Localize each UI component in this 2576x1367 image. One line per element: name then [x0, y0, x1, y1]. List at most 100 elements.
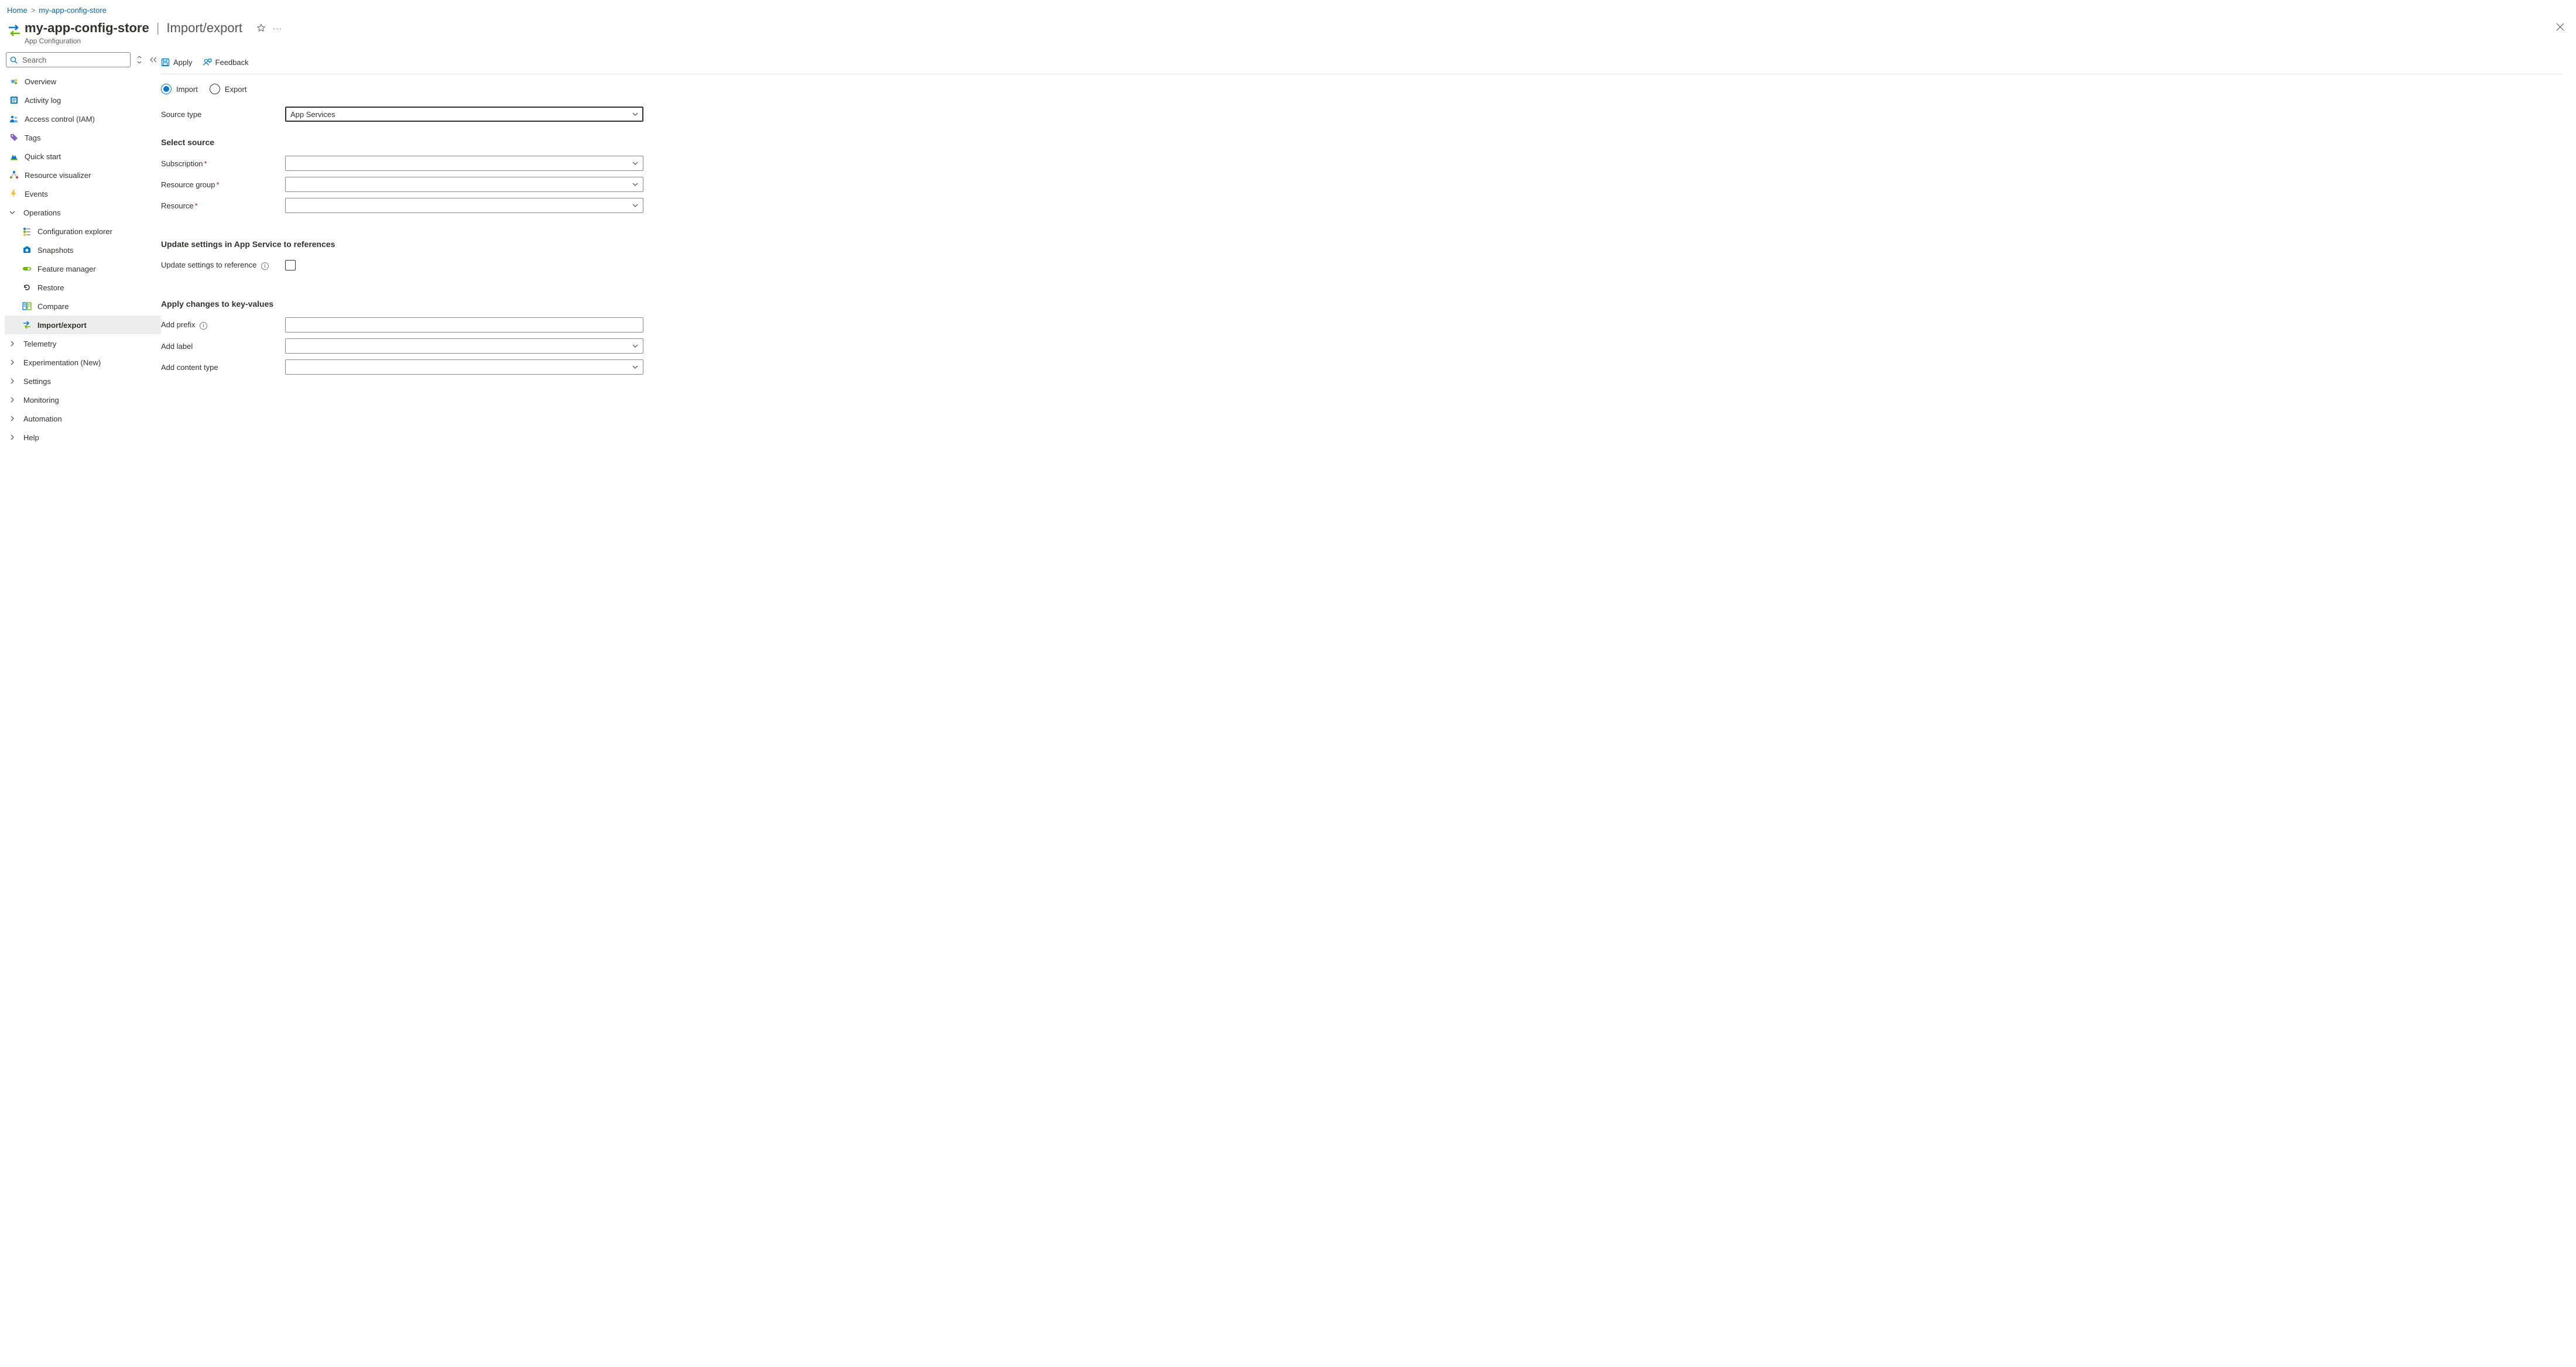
chevron-right-icon: [9, 341, 18, 347]
sidebar-item-snapshots[interactable]: Snapshots: [5, 241, 161, 259]
sidebar-item-restore[interactable]: Restore: [5, 278, 161, 297]
feedback-button[interactable]: Feedback: [203, 58, 249, 67]
search-icon: [10, 56, 18, 64]
add-content-type-label: Add content type: [161, 363, 278, 372]
collapse-sidebar-button[interactable]: [148, 55, 159, 64]
sidebar-item-label: Settings: [23, 377, 156, 386]
sidebar-group-telemetry[interactable]: Telemetry: [5, 334, 161, 353]
sidebar-group-automation[interactable]: Automation: [5, 409, 161, 428]
sidebar-item-activity-log[interactable]: Activity log: [5, 91, 161, 109]
sidebar-item-label: Compare: [37, 302, 156, 311]
toolbar: Apply Feedback: [161, 51, 2562, 74]
add-label-select[interactable]: [285, 338, 643, 354]
sidebar-item-label: Quick start: [25, 152, 156, 161]
toolbar-apply-label: Apply: [173, 58, 193, 67]
info-icon[interactable]: i: [261, 262, 269, 270]
sidebar-group-operations[interactable]: Operations: [5, 203, 161, 222]
subscription-select[interactable]: [285, 156, 643, 171]
sidebar: Overview Activity log Access control (IA…: [0, 51, 161, 447]
resource-group-label: Resource group*: [161, 180, 278, 189]
sidebar-item-compare[interactable]: Compare: [5, 297, 161, 316]
tags-icon: [9, 133, 19, 142]
search-input[interactable]: [21, 55, 126, 65]
sidebar-item-label: Feature manager: [37, 265, 156, 273]
sidebar-item-overview[interactable]: Overview: [5, 72, 161, 91]
add-content-type-select[interactable]: [285, 359, 643, 375]
chevron-right-icon: [9, 397, 18, 403]
sidebar-group-monitoring[interactable]: Monitoring: [5, 390, 161, 409]
radio-icon: [210, 84, 220, 94]
sidebar-item-label: Telemetry: [23, 340, 156, 348]
sidebar-item-feature-manager[interactable]: Feature manager: [5, 259, 161, 278]
iam-icon: [9, 114, 19, 124]
breadcrumb-home[interactable]: Home: [7, 6, 28, 15]
sidebar-item-label: Events: [25, 190, 156, 198]
events-icon: [9, 189, 19, 198]
sidebar-item-resource-visualizer[interactable]: Resource visualizer: [5, 166, 161, 184]
favorite-icon[interactable]: [256, 23, 266, 33]
save-icon: [161, 58, 170, 67]
visualizer-icon: [9, 170, 19, 180]
sidebar-item-quick-start[interactable]: Quick start: [5, 147, 161, 166]
page-title-divider: |: [156, 20, 160, 36]
sidebar-item-label: Monitoring: [23, 396, 156, 405]
sidebar-item-tags[interactable]: Tags: [5, 128, 161, 147]
resource-label: Resource*: [161, 201, 278, 210]
apply-button[interactable]: Apply: [161, 58, 193, 67]
config-explorer-icon: [22, 227, 32, 236]
expand-all-button[interactable]: [135, 54, 143, 65]
breadcrumb: Home > my-app-config-store: [0, 0, 2576, 18]
sidebar-item-configuration-explorer[interactable]: Configuration explorer: [5, 222, 161, 241]
close-button[interactable]: [2551, 20, 2569, 33]
sidebar-item-label: Operations: [23, 208, 156, 217]
feature-manager-icon: [22, 264, 32, 273]
import-radio[interactable]: Import: [161, 84, 198, 94]
compare-icon: [22, 302, 32, 311]
chevron-right-icon: [9, 434, 18, 440]
more-icon[interactable]: ···: [273, 24, 282, 33]
resource-icon: [7, 20, 25, 38]
restore-icon: [22, 283, 32, 292]
sidebar-group-settings[interactable]: Settings: [5, 372, 161, 390]
chevron-right-icon: [9, 359, 18, 365]
sidebar-item-label: Restore: [37, 283, 156, 292]
activity-log-icon: [9, 95, 19, 105]
sidebar-item-label: Activity log: [25, 96, 156, 105]
sidebar-item-label: Tags: [25, 133, 156, 142]
breadcrumb-resource[interactable]: my-app-config-store: [39, 6, 107, 15]
resource-select[interactable]: [285, 198, 643, 213]
update-settings-label: Update settings to reference i: [161, 261, 278, 270]
sidebar-item-label: Access control (IAM): [25, 115, 156, 124]
chevron-down-icon: [632, 181, 638, 187]
add-prefix-input[interactable]: [285, 317, 643, 333]
update-settings-checkbox[interactable]: [285, 260, 296, 270]
sidebar-nav: Overview Activity log Access control (IA…: [5, 72, 161, 447]
select-source-heading: Select source: [161, 138, 817, 147]
import-radio-label: Import: [176, 85, 198, 94]
chevron-down-icon: [632, 160, 638, 166]
sidebar-item-label: Resource visualizer: [25, 171, 156, 180]
source-type-select[interactable]: App Services: [285, 107, 643, 122]
resource-group-select[interactable]: [285, 177, 643, 192]
chevron-down-icon: [632, 111, 638, 117]
sidebar-item-access-control[interactable]: Access control (IAM): [5, 109, 161, 128]
source-type-value: App Services: [290, 110, 335, 119]
toolbar-feedback-label: Feedback: [215, 58, 249, 67]
export-radio[interactable]: Export: [210, 84, 247, 94]
sidebar-item-label: Configuration explorer: [37, 227, 156, 236]
sidebar-item-label: Experimentation (New): [23, 358, 156, 367]
sidebar-item-import-export[interactable]: Import/export: [5, 316, 161, 334]
quickstart-icon: [9, 152, 19, 161]
sidebar-item-label: Overview: [25, 77, 156, 86]
sidebar-item-events[interactable]: Events: [5, 184, 161, 203]
import-export-mode: Import Export: [161, 81, 817, 104]
sidebar-group-help[interactable]: Help: [5, 428, 161, 447]
main-content: Apply Feedback Import Export Source type: [161, 51, 2576, 447]
sidebar-search[interactable]: [6, 52, 131, 67]
sidebar-item-label: Import/export: [37, 321, 156, 330]
sidebar-group-experimentation[interactable]: Experimentation (New): [5, 353, 161, 372]
chevron-right-icon: [9, 378, 18, 384]
feedback-icon: [203, 58, 212, 67]
sidebar-item-label: Snapshots: [37, 246, 156, 255]
info-icon[interactable]: i: [200, 322, 207, 330]
